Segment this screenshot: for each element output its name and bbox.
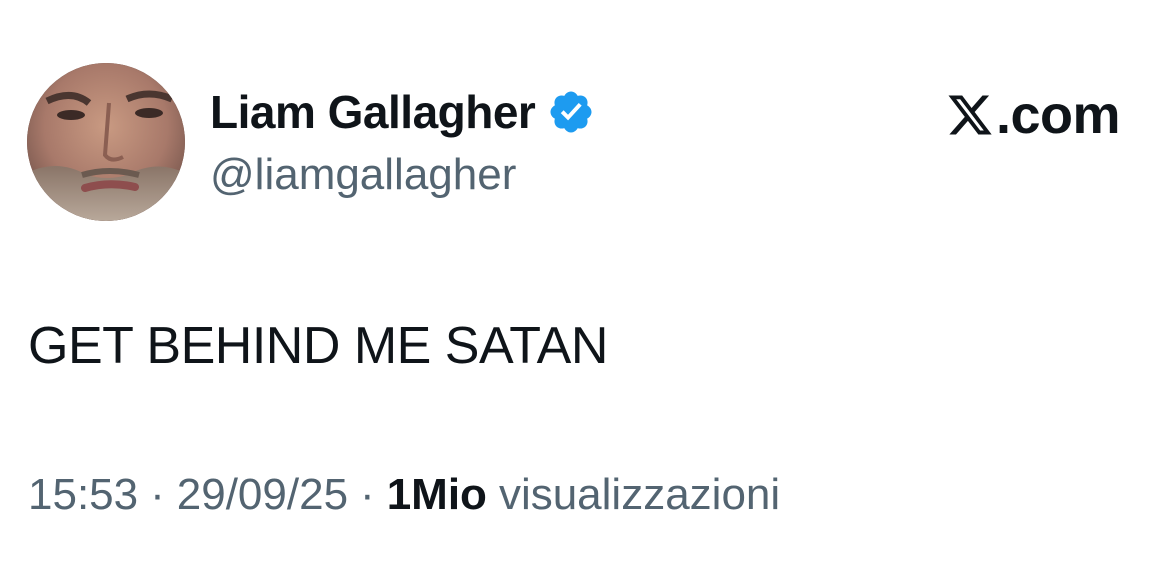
brand-text: .com xyxy=(995,85,1121,145)
verified-badge-icon[interactable] xyxy=(547,88,595,136)
tweet-date[interactable]: 29/09/25 xyxy=(177,470,348,520)
tweet-text: GET BEHIND ME SATAN xyxy=(28,317,608,375)
views-label: visualizzazioni xyxy=(498,470,781,519)
avatar-image xyxy=(27,63,185,221)
tweet-meta: 15:53 · 29/09/25 · 1Mio visualizzazioni xyxy=(28,470,780,520)
meta-separator: · xyxy=(150,470,165,519)
tweet-time[interactable]: 15:53 xyxy=(28,470,138,520)
x-logo-icon xyxy=(946,91,994,139)
views-count: 1Mio xyxy=(386,470,487,519)
author-name-row: Liam Gallagher xyxy=(210,84,595,140)
brand-watermark: .com xyxy=(946,84,1121,146)
author-handle[interactable]: @liamgallagher xyxy=(210,150,516,200)
avatar[interactable] xyxy=(27,63,185,221)
meta-separator: · xyxy=(360,470,375,519)
author-display-name[interactable]: Liam Gallagher xyxy=(210,85,536,139)
